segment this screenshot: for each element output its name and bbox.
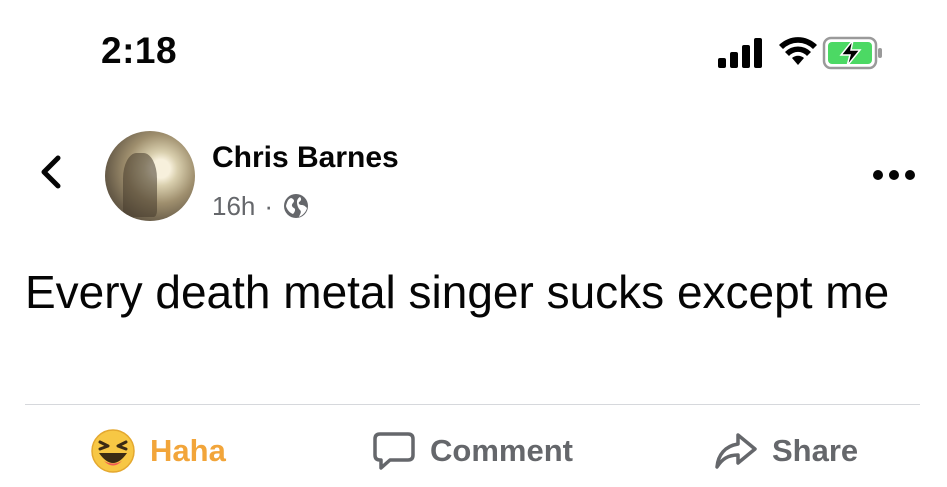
chevron-left-icon[interactable] bbox=[34, 152, 68, 192]
meta-separator: · bbox=[264, 190, 274, 221]
share-button[interactable]: Share bbox=[714, 424, 858, 478]
status-bar: 2:18 bbox=[0, 0, 947, 110]
globe-icon bbox=[284, 194, 309, 218]
divider bbox=[25, 404, 920, 405]
comment-button[interactable]: Comment bbox=[372, 424, 573, 478]
avatar[interactable] bbox=[105, 131, 195, 221]
cellular-signal-icon bbox=[718, 38, 762, 68]
post-meta: 16h · bbox=[212, 190, 310, 222]
avatar-photo bbox=[123, 153, 157, 217]
share-arrow-icon bbox=[715, 433, 757, 469]
wifi-icon bbox=[779, 37, 817, 65]
share-label: Share bbox=[772, 433, 859, 468]
haha-emoji-icon bbox=[91, 429, 135, 473]
author-name[interactable]: Chris Barnes bbox=[212, 141, 399, 175]
post-timestamp[interactable]: 16h bbox=[212, 191, 255, 222]
comment-label: Comment bbox=[430, 433, 573, 468]
haha-reaction-button[interactable]: Haha bbox=[90, 424, 226, 478]
haha-label: Haha bbox=[150, 433, 226, 468]
more-horizontal-icon[interactable] bbox=[872, 168, 916, 182]
post-text: Every death metal singer sucks except me bbox=[25, 266, 890, 318]
battery-charging-icon bbox=[822, 36, 882, 70]
status-time: 2:18 bbox=[101, 30, 178, 71]
comment-bubble-icon bbox=[373, 432, 415, 470]
